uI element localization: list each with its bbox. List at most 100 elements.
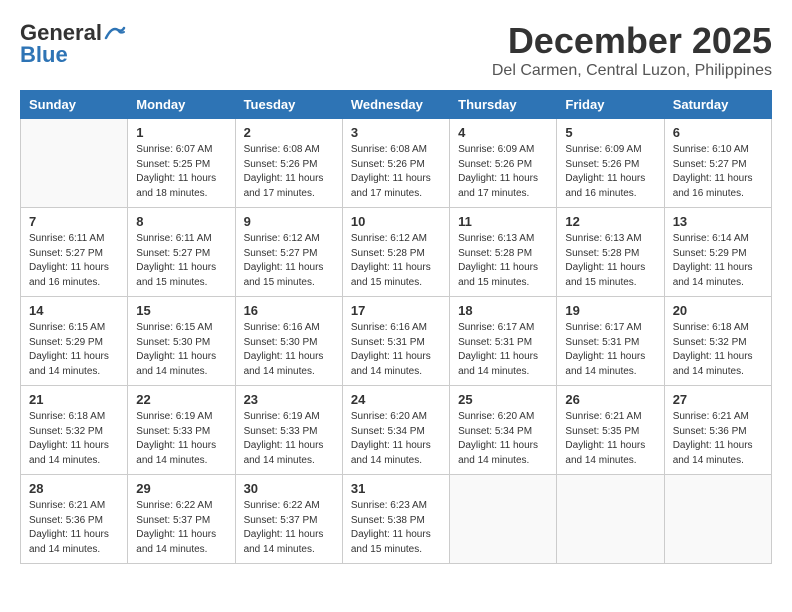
day-info: Sunrise: 6:17 AMSunset: 5:31 PMDaylight:…	[458, 321, 548, 379]
day-info: Sunrise: 6:11 AMSunset: 5:27 PMDaylight:…	[29, 232, 119, 290]
day-number: 22	[136, 392, 226, 407]
day-info: Sunrise: 6:16 AMSunset: 5:30 PMDaylight:…	[244, 321, 334, 379]
logo: General Blue	[20, 20, 126, 68]
day-info: Sunrise: 6:10 AMSunset: 5:27 PMDaylight:…	[673, 143, 763, 201]
day-info: Sunrise: 6:21 AMSunset: 5:36 PMDaylight:…	[673, 410, 763, 468]
day-info: Sunrise: 6:18 AMSunset: 5:32 PMDaylight:…	[673, 321, 763, 379]
day-info: Sunrise: 6:19 AMSunset: 5:33 PMDaylight:…	[244, 410, 334, 468]
day-info: Sunrise: 6:21 AMSunset: 5:35 PMDaylight:…	[565, 410, 655, 468]
day-number: 14	[29, 303, 119, 318]
page-subtitle: Del Carmen, Central Luzon, Philippines	[492, 62, 772, 80]
day-number: 9	[244, 214, 334, 229]
col-header-monday: Monday	[128, 91, 235, 119]
calendar-cell: 19Sunrise: 6:17 AMSunset: 5:31 PMDayligh…	[557, 297, 664, 386]
col-header-sunday: Sunday	[21, 91, 128, 119]
calendar-cell: 13Sunrise: 6:14 AMSunset: 5:29 PMDayligh…	[664, 208, 771, 297]
calendar-cell: 12 Sunrise: 6:13 AMSunset: 5:28 PMDayligh…	[557, 208, 664, 297]
day-info: Sunrise: 6:15 AMSunset: 5:30 PMDaylight:…	[136, 321, 226, 379]
calendar-cell: 22 Sunrise: 6:19 AMSunset: 5:33 PMDayligh…	[128, 386, 235, 475]
day-info: Sunrise: 6:11 AMSunset: 5:27 PMDaylight:…	[136, 232, 226, 290]
calendar-week-row: 21 Sunrise: 6:18 AMSunset: 5:32 PMDayligh…	[21, 386, 772, 475]
page-title: December 2025	[492, 20, 772, 62]
day-number: 1	[136, 125, 226, 140]
col-header-friday: Friday	[557, 91, 664, 119]
calendar-cell: 8 Sunrise: 6:11 AMSunset: 5:27 PMDaylight…	[128, 208, 235, 297]
day-info: Sunrise: 6:23 AMSunset: 5:38 PMDaylight:…	[351, 499, 441, 557]
calendar-cell: 4Sunrise: 6:09 AMSunset: 5:26 PMDaylight…	[450, 119, 557, 208]
day-number: 16	[244, 303, 334, 318]
day-number: 24	[351, 392, 441, 407]
calendar-cell: 31 Sunrise: 6:23 AMSunset: 5:38 PMDayligh…	[342, 475, 449, 564]
day-number: 20	[673, 303, 763, 318]
calendar-week-row: 7 Sunrise: 6:11 AMSunset: 5:27 PMDaylight…	[21, 208, 772, 297]
day-number: 23	[244, 392, 334, 407]
col-header-tuesday: Tuesday	[235, 91, 342, 119]
day-number: 26	[565, 392, 655, 407]
day-number: 10	[351, 214, 441, 229]
day-number: 12	[565, 214, 655, 229]
calendar-week-row: 14 Sunrise: 6:15 AMSunset: 5:29 PMDayligh…	[21, 297, 772, 386]
calendar-table: SundayMondayTuesdayWednesdayThursdayFrid…	[20, 90, 772, 564]
calendar-week-row: 28Sunrise: 6:21 AMSunset: 5:36 PMDayligh…	[21, 475, 772, 564]
calendar-cell: 5 Sunrise: 6:09 AMSunset: 5:26 PMDaylight…	[557, 119, 664, 208]
day-number: 18	[458, 303, 548, 318]
day-number: 15	[136, 303, 226, 318]
day-number: 17	[351, 303, 441, 318]
calendar-cell: 29 Sunrise: 6:22 AMSunset: 5:37 PMDayligh…	[128, 475, 235, 564]
calendar-week-row: 1 Sunrise: 6:07 AMSunset: 5:25 PMDaylight…	[21, 119, 772, 208]
day-number: 30	[244, 481, 334, 496]
calendar-cell	[557, 475, 664, 564]
day-info: Sunrise: 6:12 AMSunset: 5:27 PMDaylight:…	[244, 232, 334, 290]
title-section: December 2025 Del Carmen, Central Luzon,…	[492, 20, 772, 80]
calendar-cell	[664, 475, 771, 564]
day-number: 25	[458, 392, 548, 407]
day-number: 5	[565, 125, 655, 140]
calendar-cell: 14 Sunrise: 6:15 AMSunset: 5:29 PMDayligh…	[21, 297, 128, 386]
day-number: 8	[136, 214, 226, 229]
calendar-cell: 30 Sunrise: 6:22 AMSunset: 5:37 PMDayligh…	[235, 475, 342, 564]
calendar-cell: 25Sunrise: 6:20 AMSunset: 5:34 PMDayligh…	[450, 386, 557, 475]
col-header-thursday: Thursday	[450, 91, 557, 119]
day-number: 27	[673, 392, 763, 407]
calendar-cell: 6 Sunrise: 6:10 AMSunset: 5:27 PMDaylight…	[664, 119, 771, 208]
day-info: Sunrise: 6:07 AMSunset: 5:25 PMDaylight:…	[136, 143, 226, 201]
calendar-cell: 16 Sunrise: 6:16 AMSunset: 5:30 PMDayligh…	[235, 297, 342, 386]
day-number: 2	[244, 125, 334, 140]
day-number: 21	[29, 392, 119, 407]
day-info: Sunrise: 6:16 AMSunset: 5:31 PMDaylight:…	[351, 321, 441, 379]
calendar-cell: 17 Sunrise: 6:16 AMSunset: 5:31 PMDayligh…	[342, 297, 449, 386]
day-info: Sunrise: 6:08 AMSunset: 5:26 PMDaylight:…	[244, 143, 334, 201]
day-info: Sunrise: 6:15 AMSunset: 5:29 PMDaylight:…	[29, 321, 119, 379]
day-number: 31	[351, 481, 441, 496]
day-number: 7	[29, 214, 119, 229]
calendar-header-row: SundayMondayTuesdayWednesdayThursdayFrid…	[21, 91, 772, 119]
day-info: Sunrise: 6:18 AMSunset: 5:32 PMDaylight:…	[29, 410, 119, 468]
calendar-cell	[450, 475, 557, 564]
day-info: Sunrise: 6:22 AMSunset: 5:37 PMDaylight:…	[244, 499, 334, 557]
day-number: 19	[565, 303, 655, 318]
day-info: Sunrise: 6:09 AMSunset: 5:26 PMDaylight:…	[458, 143, 548, 201]
calendar-cell: 27 Sunrise: 6:21 AMSunset: 5:36 PMDayligh…	[664, 386, 771, 475]
day-info: Sunrise: 6:13 AMSunset: 5:28 PMDaylight:…	[458, 232, 548, 290]
day-info: Sunrise: 6:22 AMSunset: 5:37 PMDaylight:…	[136, 499, 226, 557]
header: General Blue December 2025 Del Carmen, C…	[20, 20, 772, 80]
day-number: 3	[351, 125, 441, 140]
day-info: Sunrise: 6:19 AMSunset: 5:33 PMDaylight:…	[136, 410, 226, 468]
calendar-cell: 10 Sunrise: 6:12 AMSunset: 5:28 PMDayligh…	[342, 208, 449, 297]
day-info: Sunrise: 6:20 AMSunset: 5:34 PMDaylight:…	[351, 410, 441, 468]
day-info: Sunrise: 6:09 AMSunset: 5:26 PMDaylight:…	[565, 143, 655, 201]
calendar-cell	[21, 119, 128, 208]
calendar-cell: 24 Sunrise: 6:20 AMSunset: 5:34 PMDayligh…	[342, 386, 449, 475]
day-number: 28	[29, 481, 119, 496]
calendar-cell: 21 Sunrise: 6:18 AMSunset: 5:32 PMDayligh…	[21, 386, 128, 475]
day-info: Sunrise: 6:14 AMSunset: 5:29 PMDaylight:…	[673, 232, 763, 290]
day-info: Sunrise: 6:12 AMSunset: 5:28 PMDaylight:…	[351, 232, 441, 290]
calendar-cell: 18 Sunrise: 6:17 AMSunset: 5:31 PMDayligh…	[450, 297, 557, 386]
day-number: 29	[136, 481, 226, 496]
logo-blue: Blue	[20, 42, 68, 68]
calendar-cell: 7 Sunrise: 6:11 AMSunset: 5:27 PMDaylight…	[21, 208, 128, 297]
calendar-cell: 28Sunrise: 6:21 AMSunset: 5:36 PMDayligh…	[21, 475, 128, 564]
day-info: Sunrise: 6:13 AMSunset: 5:28 PMDaylight:…	[565, 232, 655, 290]
day-number: 6	[673, 125, 763, 140]
calendar-cell: 1 Sunrise: 6:07 AMSunset: 5:25 PMDaylight…	[128, 119, 235, 208]
